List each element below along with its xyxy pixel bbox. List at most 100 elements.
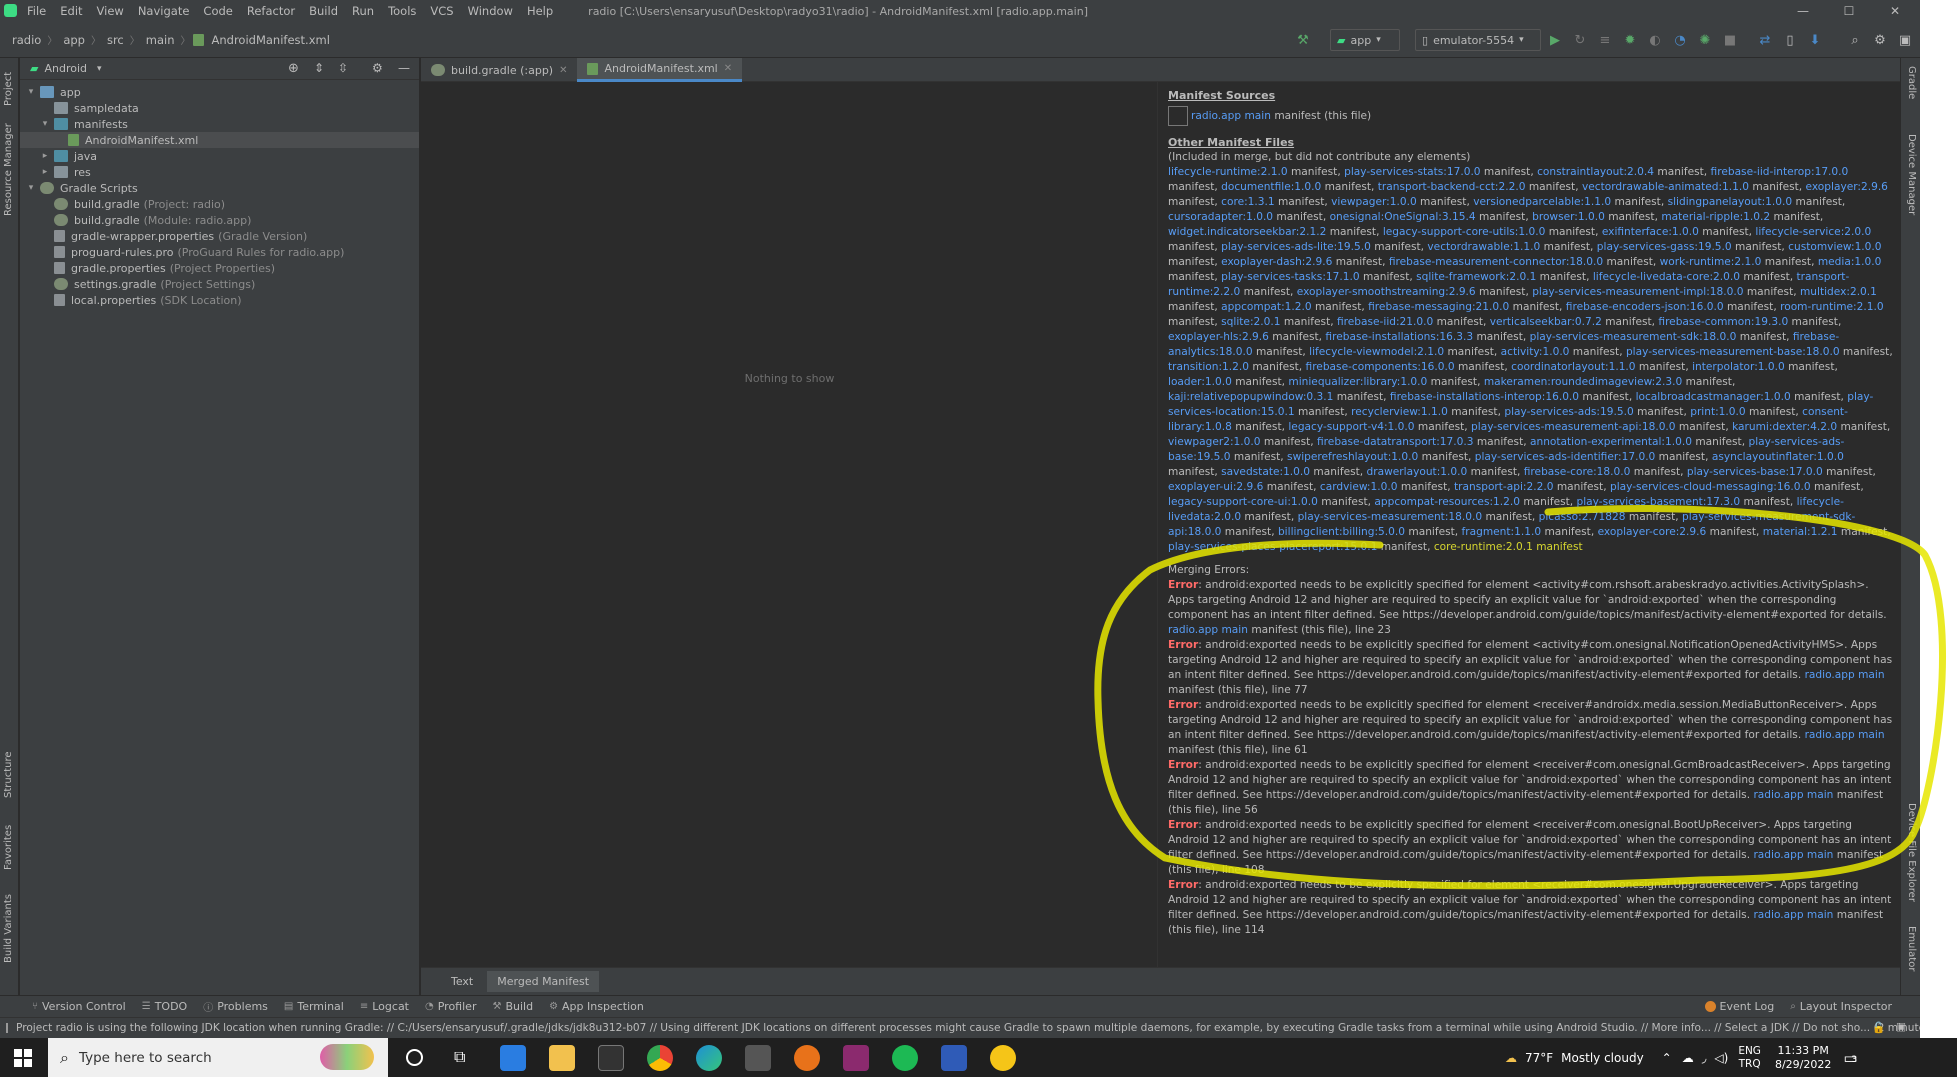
manifest-library-link[interactable]: play-services-cloud-messaging:16.0.0	[1610, 481, 1811, 493]
emulator-tool-tab[interactable]: Emulator	[1906, 926, 1917, 971]
language-indicator[interactable]: ENG TRQ	[1738, 1045, 1761, 1071]
manifest-library-link[interactable]: legacy-support-core-ui:1.0.0	[1168, 496, 1318, 508]
apply-code-changes-icon[interactable]: ≡	[1595, 29, 1615, 51]
tree-item[interactable]: ▾ manifests	[20, 116, 419, 132]
manifest-library-link[interactable]: transition:1.2.0	[1168, 361, 1249, 373]
manifest-library-link[interactable]: billingclient:billing:5.0.0	[1278, 526, 1405, 538]
profile-icon[interactable]: ◔	[1670, 29, 1690, 51]
manifest-library-link[interactable]: firebase-messaging:21.0.0	[1368, 301, 1509, 313]
manifest-library-link[interactable]: play-services-places-placereport:15.0.1	[1168, 541, 1377, 553]
manifest-library-link[interactable]: play-services-basement:17.3.0	[1577, 496, 1741, 508]
manifest-library-link[interactable]: lifecycle-livedata-core:2.0.0	[1593, 271, 1740, 283]
menu-view[interactable]: View	[90, 4, 131, 18]
manifest-library-link[interactable]: firebase-installations:16.3.3	[1325, 331, 1473, 343]
tab-text[interactable]: Text	[441, 971, 483, 992]
manifest-library-link[interactable]: play-services-measurement-base:18.0.0	[1626, 346, 1840, 358]
device-file-explorer-tool-tab[interactable]: Device File Explorer	[1906, 803, 1917, 902]
manifest-library-link[interactable]: viewpager2:1.0.0	[1168, 436, 1260, 448]
manifest-library-link[interactable]: customview:1.0.0	[1788, 241, 1881, 253]
manifest-library-link[interactable]: onesignal:OneSignal:3.15.4	[1330, 211, 1476, 223]
menu-run[interactable]: Run	[345, 4, 381, 18]
tool-profiler[interactable]: ◔ Profiler	[417, 1000, 484, 1013]
tab-build-gradle[interactable]: build.gradle (:app) ✕	[421, 58, 577, 82]
search-icon[interactable]: ⌕	[1845, 29, 1865, 51]
project-tool-tab[interactable]: Project	[3, 72, 14, 106]
sdk-manager-icon[interactable]: ⬇	[1805, 29, 1825, 51]
hammer-icon[interactable]: ⚒	[1292, 29, 1314, 51]
tree-item[interactable]: ▾ app	[20, 84, 419, 100]
error-source-link[interactable]: radio.app main	[1753, 909, 1833, 921]
menu-refactor[interactable]: Refactor	[240, 4, 302, 18]
chrome-icon[interactable]	[647, 1045, 673, 1071]
cortana-icon[interactable]	[406, 1049, 423, 1066]
menu-edit[interactable]: Edit	[53, 4, 89, 18]
manifest-library-link[interactable]: media:1.0.0	[1818, 256, 1882, 268]
manifest-library-link[interactable]: makeramen:roundedimageview:2.3.0	[1484, 376, 1682, 388]
unity-icon[interactable]	[745, 1045, 771, 1071]
manifest-library-link[interactable]: legacy-support-core-utils:1.0.0	[1383, 226, 1545, 238]
error-source-link[interactable]: radio.app main	[1753, 849, 1833, 861]
coverage-icon[interactable]: ◐	[1645, 29, 1665, 51]
manifest-library-link[interactable]: activity:1.0.0	[1501, 346, 1570, 358]
breadcrumb-main[interactable]: main	[142, 33, 179, 47]
maximize-button[interactable]: ☐	[1826, 0, 1872, 22]
error-source-link[interactable]: radio.app main	[1805, 669, 1885, 681]
taskbar-search-box[interactable]: ⌕ Type here to search	[48, 1038, 388, 1077]
favorites-tool-tab[interactable]: Favorites	[3, 825, 14, 870]
manifest-library-link[interactable]: firebase-iid:21.0.0	[1337, 316, 1433, 328]
manifest-library-link[interactable]: play-services-gass:19.5.0	[1597, 241, 1732, 253]
memory-indicator-icon[interactable]: ▣	[1896, 1021, 1906, 1033]
manifest-library-link[interactable]: sqlite-framework:2.0.1	[1416, 271, 1536, 283]
gear-icon[interactable]: ⚙	[372, 61, 383, 75]
manifest-library-link[interactable]: documentfile:1.0.0	[1221, 181, 1321, 193]
manifest-library-link[interactable]: play-services-measurement-sdk:18.0.0	[1530, 331, 1737, 343]
network-icon[interactable]: ◞	[1702, 1051, 1707, 1065]
manifest-library-link[interactable]: interpolator:1.0.0	[1692, 361, 1785, 373]
collapse-all-icon[interactable]: ⇳	[338, 61, 348, 75]
manifest-library-link[interactable]: localbroadcastmanager:1.0.0	[1636, 391, 1791, 403]
manifest-library-link[interactable]: legacy-support-v4:1.0.0	[1288, 421, 1414, 433]
manifest-library-link[interactable]: miniequalizer:library:1.0.0	[1288, 376, 1427, 388]
manifest-library-link[interactable]: exoplayer-smoothstreaming:2.9.6	[1297, 286, 1476, 298]
error-source-link[interactable]: radio.app main	[1805, 729, 1885, 741]
close-button[interactable]: ✕	[1872, 0, 1918, 22]
manifest-library-link[interactable]: exoplayer-hls:2.9.6	[1168, 331, 1269, 343]
manifest-library-link[interactable]: asynclayoutinflater:1.0.0	[1712, 451, 1844, 463]
manifest-library-link[interactable]: fragment:1.1.0	[1462, 526, 1542, 538]
manifest-library-link[interactable]: viewpager:1.0.0	[1331, 196, 1417, 208]
manifest-library-link[interactable]: cursoradapter:1.0.0	[1168, 211, 1273, 223]
build-variants-tool-tab[interactable]: Build Variants	[3, 894, 14, 963]
apply-changes-icon[interactable]: ↻	[1570, 29, 1590, 51]
expand-all-icon[interactable]: ⇕	[314, 61, 324, 75]
manifest-library-link[interactable]: annotation-experimental:1.0.0	[1530, 436, 1692, 448]
weather-temp[interactable]: 77°F	[1525, 1051, 1553, 1065]
manifest-library-link[interactable]: play-services-tasks:17.1.0	[1221, 271, 1359, 283]
tool-app-inspection[interactable]: ⚙ App Inspection	[541, 1000, 652, 1013]
menu-help[interactable]: Help	[520, 4, 560, 18]
chevron-right-icon[interactable]: ▸	[38, 151, 52, 161]
manifest-library-link[interactable]: recyclerview:1.1.0	[1351, 406, 1448, 418]
close-tab-icon[interactable]: ✕	[724, 63, 732, 74]
tree-item[interactable]: proguard-rules.pro (ProGuard Rules for ra…	[20, 244, 419, 260]
manifest-library-link[interactable]: play-services-measurement-impl:18.0.0	[1532, 286, 1743, 298]
tree-item[interactable]: gradle.properties (Project Properties)	[20, 260, 419, 276]
status-message[interactable]: Project radio is using the following JDK…	[16, 1022, 1920, 1034]
manifest-library-link[interactable]: verticalseekbar:0.7.2	[1490, 316, 1602, 328]
manifest-library-link[interactable]: lifecycle-runtime:2.1.0	[1168, 166, 1288, 178]
breadcrumb-manifest[interactable]: AndroidManifest.xml	[208, 33, 334, 47]
tree-item[interactable]: ▾ Gradle Scripts	[20, 180, 419, 196]
manifest-library-link[interactable]: play-services-base:17.0.0	[1687, 466, 1823, 478]
manifest-library-link[interactable]: material-ripple:1.0.2	[1661, 211, 1770, 223]
fl-studio-icon[interactable]	[794, 1045, 820, 1071]
chevron-down-icon[interactable]: ▾	[24, 87, 38, 97]
mail-icon[interactable]	[500, 1045, 526, 1071]
stop-icon[interactable]: ■	[1720, 29, 1740, 51]
tool-event-log[interactable]: Event Log	[1697, 1000, 1783, 1013]
manifest-library-link[interactable]: lifecycle-viewmodel:2.1.0	[1309, 346, 1444, 358]
error-source-link[interactable]: radio.app main	[1168, 624, 1248, 636]
tab-android-manifest[interactable]: AndroidManifest.xml ✕	[577, 58, 743, 82]
windows-start-icon[interactable]	[14, 1049, 32, 1067]
manifest-library-link[interactable]: print:1.0.0	[1690, 406, 1745, 418]
resource-manager-tool-tab[interactable]: Resource Manager	[3, 123, 14, 216]
manifest-library-link[interactable]: exifinterface:1.0.0	[1602, 226, 1699, 238]
